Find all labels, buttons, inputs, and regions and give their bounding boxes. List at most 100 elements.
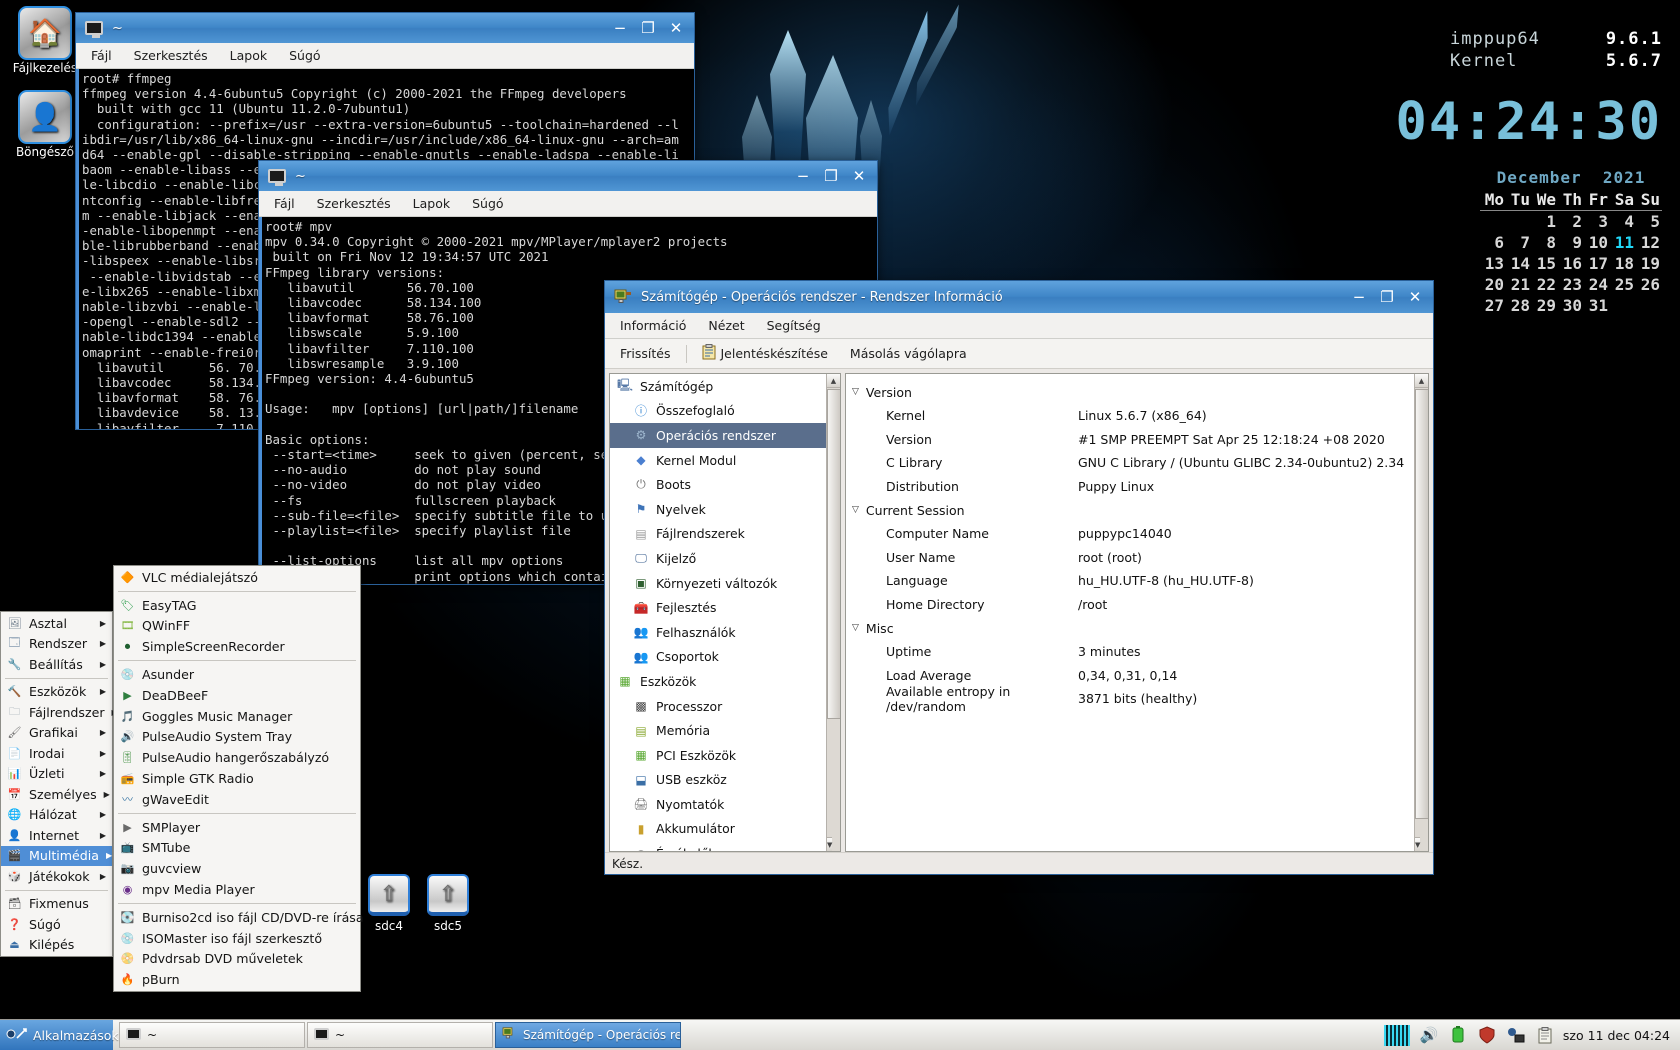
menu-item-internet[interactable]: 👤 Internet ▶ [1, 825, 112, 846]
menu-item-j-t-kokok[interactable]: 🎲 Játékokok ▶ [1, 866, 112, 887]
taskbar-task[interactable]: ~ [119, 1022, 305, 1048]
system-information-window[interactable]: Számítógép - Operációs rendszer - Rendsz… [604, 280, 1434, 875]
menu-item-eszk-z-k[interactable]: 🔨 Eszközök ▶ [1, 682, 112, 703]
menu-informacio[interactable]: Információ [611, 315, 695, 336]
menu-item-rendszer[interactable]: 🗔 Rendszer ▶ [1, 634, 112, 655]
minimize-button[interactable]: − [606, 16, 634, 40]
titlebar[interactable]: ~ − ❐ ✕ [76, 13, 694, 43]
titlebar[interactable]: ~ − ❐ ✕ [259, 161, 877, 191]
menu-item-burniso2cd-iso-f-jl-cd-dvd-re-r-sa[interactable]: 💽 Burniso2cd iso fájl CD/DVD-re írása [114, 907, 364, 928]
menu-item-kil-p-s[interactable]: ⏏ Kilépés [1, 935, 112, 956]
tree-item-kijelz-[interactable]: 🖵 Kijelző [610, 546, 840, 571]
menu-item-pulseaudio-system-tray[interactable]: 🔊 PulseAudio System Tray [114, 727, 360, 748]
menu-item-vlc-m-dialej-tsz-[interactable]: 🔶 VLC médialejátszó [114, 567, 360, 588]
volume-icon[interactable]: 🔊 [1419, 1025, 1439, 1045]
tree-item--sszefoglal-[interactable]: ⓘ Összefoglaló [610, 399, 840, 424]
tree-item--rz-kel-k[interactable]: ◎ Érzékelők [610, 841, 840, 851]
menu-item-s-g-[interactable]: ❓ Súgó [1, 914, 112, 935]
menu-item-szem-lyes[interactable]: 📅 Személyes ▶ [1, 784, 112, 805]
minimize-button[interactable]: − [789, 164, 817, 188]
menu-item-h-l-zat[interactable]: 🌐 Hálózat ▶ [1, 805, 112, 826]
sysinfo-tree[interactable]: 🖳 Számítógép ⓘ Összefoglaló ⚙ Operációs rends… [609, 373, 841, 852]
scroll-up-arrow[interactable]: ▲ [827, 374, 840, 388]
scroll-thumb[interactable] [827, 389, 840, 719]
taskbar-clock[interactable]: szo 11 dec 04:24 [1563, 1028, 1680, 1043]
menu-item-guvcview[interactable]: 📷 guvcview [114, 858, 360, 879]
menu-item-mpv-media-player[interactable]: ◉ mpv Media Player [114, 879, 360, 900]
battery-icon[interactable] [1448, 1025, 1468, 1045]
scroll-down-arrow[interactable]: ▼ [827, 837, 833, 851]
menu-item--zleti[interactable]: 📊 Üzleti ▶ [1, 764, 112, 785]
menu-item-asztal[interactable]: 🖼 Asztal ▶ [1, 613, 112, 634]
close-button[interactable]: ✕ [662, 16, 690, 40]
tree-item-sz-m-t-g-p[interactable]: 🖳 Számítógép [610, 374, 840, 399]
tree-item-boots[interactable]: ⏻ Boots [610, 472, 840, 497]
tree-item-mem-ria[interactable]: ▤ Memória [610, 718, 840, 743]
menu-item-asunder[interactable]: 💿 Asunder [114, 664, 360, 685]
menu-sugo[interactable]: Súgó [280, 45, 329, 66]
menubar[interactable]: Fájl Szerkesztés Lapok Súgó [76, 43, 694, 69]
multimedia-submenu[interactable]: 🔶 VLC médialejátszó 🏷 EasyTAG 🎞 QWinFF ⏺ Simple… [113, 565, 364, 993]
titlebar[interactable]: Számítógép - Operációs rendszer - Rendsz… [605, 281, 1433, 313]
menu-item-goggles-music-manager[interactable]: 🎵 Goggles Music Manager [114, 706, 360, 727]
tree-item-usb-eszk-z[interactable]: ⬓ USB eszköz [610, 768, 840, 793]
copy-to-clipboard-button[interactable]: Másolás vágólapra [843, 343, 974, 364]
tree-scrollbar[interactable]: ▲ ▼ [826, 374, 840, 851]
menu-szerkesztes[interactable]: Szerkesztés [308, 193, 400, 214]
minimize-button[interactable]: − [1345, 285, 1373, 309]
refresh-button[interactable]: Frissítés [613, 343, 678, 364]
tree-item-f-jlrendszerek[interactable]: ▤ Fájlrendszerek [610, 522, 840, 547]
menubar[interactable]: Fájl Szerkesztés Lapok Súgó [259, 191, 877, 217]
menu-lapok[interactable]: Lapok [221, 45, 276, 66]
tree-item-k-rnyezeti-v-ltoz-k[interactable]: ▣ Környezeti változók [610, 571, 840, 596]
detail-group[interactable]: ▽ Current Session [846, 498, 1428, 522]
menubar[interactable]: Információ Nézet Segítség [605, 313, 1433, 339]
menu-item-qwinff[interactable]: 🎞 QWinFF [114, 616, 360, 637]
menu-item-be-ll-t-s[interactable]: 🔧 Beállítás ▶ [1, 654, 112, 675]
menu-item-irodai[interactable]: 📄 Irodai ▶ [1, 743, 112, 764]
generate-report-button[interactable]: Jelentéskészítése [695, 341, 835, 366]
tree-item-nyomtat-k[interactable]: 🖨 Nyomtatók [610, 792, 840, 817]
menu-segitseg[interactable]: Segítség [758, 315, 830, 336]
menu-item-simplescreenrecorder[interactable]: ⏺ SimpleScreenRecorder [114, 636, 360, 657]
start-button[interactable]: Alkalmazások [0, 1019, 119, 1050]
menu-fajl[interactable]: Fájl [265, 193, 304, 214]
network-icon[interactable] [1506, 1025, 1526, 1045]
menu-item-gwaveedit[interactable]: 〰 gWaveEdit [114, 789, 360, 810]
scroll-thumb[interactable] [1415, 389, 1428, 819]
tree-item-fejleszt-s[interactable]: 🧰 Fejlesztés [610, 595, 840, 620]
tree-item-felhaszn-l-k[interactable]: 👥 Felhasználók [610, 620, 840, 645]
menu-szerkesztes[interactable]: Szerkesztés [125, 45, 217, 66]
menu-item-fixmenus[interactable]: 🗃 Fixmenus [1, 894, 112, 915]
cpu-frequency-icon[interactable] [1383, 1024, 1410, 1046]
drive-icon-sdc4[interactable]: ⇧ sdc4 [357, 874, 421, 933]
close-button[interactable]: ✕ [845, 164, 873, 188]
tree-item-processzor[interactable]: ▩ Processzor [610, 694, 840, 719]
tree-item-nyelvek[interactable]: ⚑ Nyelvek [610, 497, 840, 522]
tree-item-akkumul-tor[interactable]: ▮ Akkumulátor [610, 817, 840, 842]
detail-scrollbar[interactable]: ▲ ▼ [1414, 374, 1428, 851]
tree-item-csoportok[interactable]: 👥 Csoportok [610, 645, 840, 670]
menu-sugo[interactable]: Súgó [463, 193, 512, 214]
tree-item-pci-eszk-z-k[interactable]: ▦ PCI Eszközök [610, 743, 840, 768]
taskbar-task[interactable]: ~ [307, 1022, 493, 1048]
menu-item-deadbeef[interactable]: ▶ DeaDBeeF [114, 685, 360, 706]
menu-item-simple-gtk-radio[interactable]: 📻 Simple GTK Radio [114, 768, 360, 789]
menu-item-pulseaudio-hanger-szab-lyz-[interactable]: 🎚 PulseAudio hangerőszabályzó [114, 747, 360, 768]
menu-item-easytag[interactable]: 🏷 EasyTAG [114, 595, 360, 616]
tree-item-eszk-z-k[interactable]: ▦ Eszközök [610, 669, 840, 694]
menu-item-pburn[interactable]: 🔥 pBurn [114, 969, 360, 990]
application-menu[interactable]: 🖼 Asztal ▶ 🗔 Rendszer ▶ 🔧 Beállítás ▶ 🔨 Eszközök ▶ 🗀… [0, 611, 118, 957]
menu-lapok[interactable]: Lapok [404, 193, 459, 214]
tree-item-oper-ci-s-rendszer[interactable]: ⚙ Operációs rendszer [610, 423, 840, 448]
maximize-button[interactable]: ❐ [817, 164, 845, 188]
menu-item-multim-dia[interactable]: 🎬 Multimédia ▶ [1, 845, 112, 866]
close-button[interactable]: ✕ [1401, 285, 1429, 309]
menu-nezet[interactable]: Nézet [699, 315, 753, 336]
menu-item-smtube[interactable]: 📺 SMTube [114, 838, 360, 859]
detail-group[interactable]: ▽ Misc [846, 616, 1428, 640]
clipboard-icon[interactable] [1535, 1025, 1555, 1045]
menu-item-f-jlrendszer[interactable]: 🗀Fájlrendszer▶ [1, 702, 118, 723]
menu-fajl[interactable]: Fájl [82, 45, 121, 66]
detail-group[interactable]: ▽ Version [846, 380, 1428, 404]
